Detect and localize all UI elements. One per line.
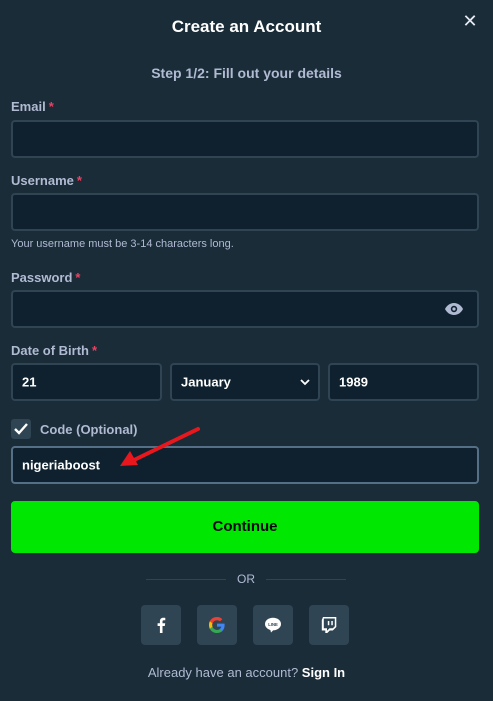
password-field[interactable] <box>11 290 479 328</box>
code-field[interactable]: nigeriaboost <box>11 446 479 484</box>
or-divider: OR <box>146 572 346 586</box>
google-button[interactable] <box>197 605 237 645</box>
signin-link[interactable]: Sign In <box>302 665 345 680</box>
password-label: Password * <box>11 270 81 285</box>
dob-year-field[interactable]: 1989 <box>328 363 479 401</box>
close-icon[interactable]: ✕ <box>461 12 479 30</box>
dob-day-field[interactable]: 21 <box>11 363 162 401</box>
email-label: Email * <box>11 99 54 114</box>
signin-prompt: Already have an account? Sign In <box>0 665 493 680</box>
username-label: Username * <box>11 173 82 188</box>
line-button[interactable]: LINE <box>253 605 293 645</box>
line-icon: LINE <box>265 617 281 633</box>
signin-prompt-text: Already have an account? <box>147 665 299 680</box>
google-icon <box>209 617 225 633</box>
code-checkbox[interactable] <box>11 419 31 439</box>
username-field[interactable] <box>11 193 479 231</box>
facebook-button[interactable] <box>141 605 181 645</box>
twitch-icon <box>321 617 337 633</box>
dob-month-select[interactable]: January <box>170 363 320 401</box>
continue-button[interactable]: Continue <box>11 501 479 553</box>
username-hint: Your username must be 3-14 characters lo… <box>11 238 234 250</box>
svg-text:LINE: LINE <box>268 622 278 627</box>
red-arrow-annotation <box>120 427 200 466</box>
email-field[interactable] <box>11 120 479 158</box>
twitch-button[interactable] <box>309 605 349 645</box>
checkmark-icon <box>14 423 28 435</box>
chevron-down-icon <box>300 379 310 386</box>
eye-icon[interactable] <box>445 303 463 315</box>
facebook-icon <box>157 617 166 633</box>
modal-title: Create an Account <box>171 17 322 36</box>
step-indicator: Step 1/2: Fill out your details <box>151 65 342 81</box>
dob-label: Date of Birth * <box>11 343 98 358</box>
create-account-modal: Create an Account ✕ Step 1/2: Fill out y… <box>0 0 493 701</box>
